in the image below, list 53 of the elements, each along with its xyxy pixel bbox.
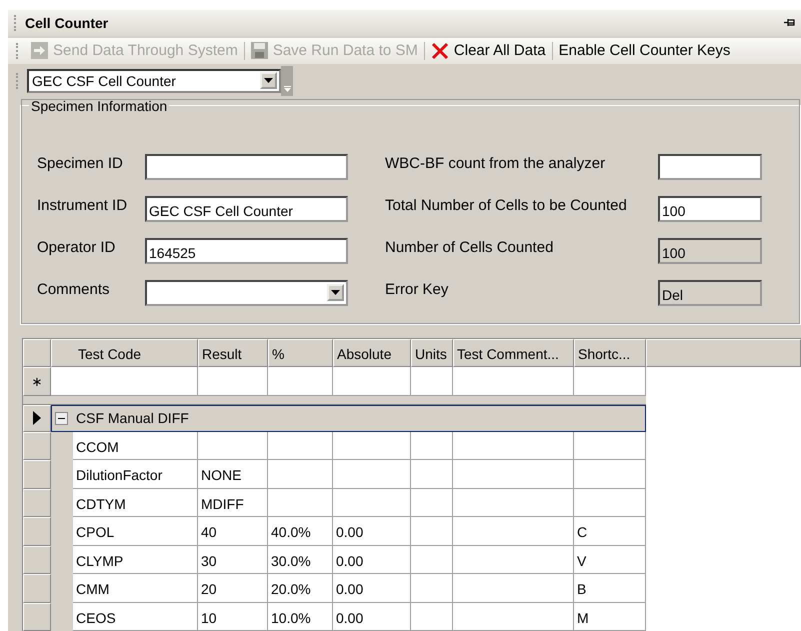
table-cell[interactable]: CDTYM (73, 488, 198, 518)
table-cell[interactable]: 0.00 (333, 546, 411, 574)
field-label: Number of Cells Counted (385, 238, 554, 258)
group-label: CSF Manual DIFF (76, 410, 189, 426)
group-title: Specimen Information (30, 98, 168, 114)
table-cell[interactable]: 0.00 (333, 574, 411, 603)
column-header[interactable]: Test Comment... (453, 338, 574, 367)
table-cell[interactable]: CCOM (73, 432, 198, 460)
panel-title: Cell Counter (25, 14, 110, 31)
counter-dropdown[interactable]: GEC CSF Cell Counter (27, 68, 281, 93)
table-cell[interactable]: 20 (198, 574, 268, 603)
input-field[interactable]: Del (658, 280, 762, 306)
field-label: Operator ID (37, 238, 116, 258)
table-cell[interactable]: B (574, 574, 646, 603)
table-cell[interactable]: M (574, 602, 646, 631)
field-label: Error Key (385, 280, 450, 300)
table-cell[interactable]: 30 (198, 546, 268, 574)
field-label: Comments (37, 280, 111, 300)
input-field[interactable]: GEC CSF Cell Counter (145, 196, 348, 222)
new-row-marker[interactable]: ∗ (23, 366, 51, 396)
table-cell[interactable]: 40.0% (268, 517, 333, 546)
table-cell[interactable]: 0.00 (333, 602, 411, 631)
column-header[interactable]: Result (198, 338, 268, 367)
column-header[interactable]: Absolute (333, 338, 411, 367)
field-label: Instrument ID (37, 196, 128, 216)
field-label: WBC-BF count from the analyzer (385, 154, 606, 174)
table-cell[interactable]: 40 (198, 517, 268, 546)
column-header[interactable]: Test Code (51, 338, 198, 367)
table-cell[interactable]: 30.0% (268, 546, 333, 574)
field-label: Specimen ID (37, 154, 124, 174)
table-cell[interactable]: 20.0% (268, 574, 333, 603)
group-row[interactable]: CSF Manual DIFF (51, 404, 646, 432)
table-cell[interactable]: CEOS (73, 602, 198, 631)
table-cell[interactable]: C (574, 517, 646, 546)
table-cell[interactable]: CPOL (73, 517, 198, 546)
table-cell[interactable]: CLYMP (73, 546, 198, 574)
table-cell[interactable]: NONE (198, 460, 268, 489)
input-field[interactable]: 100 (658, 238, 762, 264)
table-cell[interactable]: V (574, 546, 646, 574)
toolbar-button[interactable]: Enable Cell Counter Keys (554, 42, 734, 60)
column-header[interactable]: Units (411, 338, 453, 367)
table-cell[interactable]: 10 (198, 602, 268, 631)
field-label: Total Number of Cells to be Counted (385, 196, 628, 216)
table-cell[interactable]: MDIFF (198, 488, 268, 518)
table-cell[interactable]: 10.0% (268, 602, 333, 631)
input-field[interactable]: 164525 (145, 238, 348, 264)
column-header[interactable]: % (268, 338, 333, 367)
table-cell[interactable]: DilutionFactor (73, 460, 198, 489)
table-cell[interactable]: CMM (73, 574, 198, 603)
column-header[interactable]: Shortc... (574, 338, 646, 367)
input-field[interactable]: 100 (658, 196, 762, 222)
table-cell[interactable]: 0.00 (333, 517, 411, 546)
toolbar-button[interactable]: Clear All Data (426, 42, 550, 60)
